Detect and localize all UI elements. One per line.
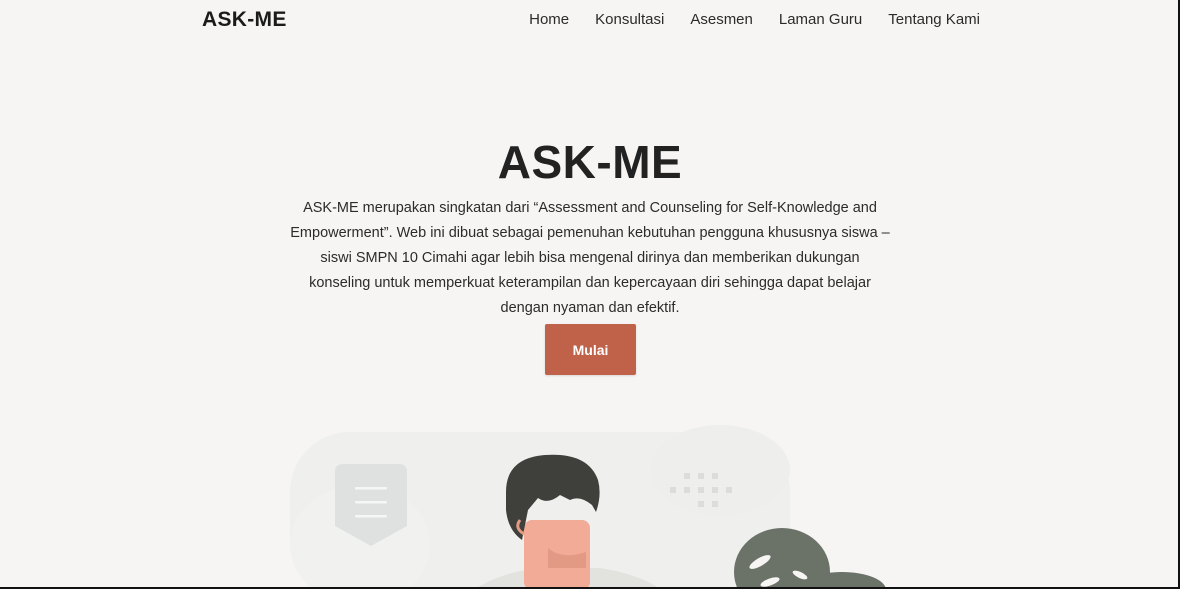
plant-leaf-icon (734, 528, 886, 587)
background-blob (290, 425, 790, 587)
nav-link-laman-guru[interactable]: Laman Guru (779, 11, 862, 28)
nav-link-asesmen[interactable]: Asesmen (690, 11, 753, 28)
hero-title: ASK-ME (497, 135, 683, 188)
document-badge-icon (335, 464, 407, 546)
start-button[interactable]: Mulai (545, 324, 636, 375)
page-frame: ASK-ME Home Konsultasi Asesmen Laman Gur… (0, 0, 1180, 589)
brand-logo[interactable]: ASK-ME (202, 8, 287, 32)
nav-link-home[interactable]: Home (529, 11, 569, 28)
person-figure (478, 454, 658, 587)
dot-grid-icon (670, 473, 732, 507)
nav-links: Home Konsultasi Asesmen Laman Guru Tenta… (529, 11, 980, 28)
hero-description: ASK-ME merupakan singkatan dari “Assessm… (290, 199, 890, 316)
navbar: ASK-ME Home Konsultasi Asesmen Laman Gur… (0, 0, 1178, 44)
nav-link-tentang-kami[interactable]: Tentang Kami (888, 11, 980, 28)
nav-link-konsultasi[interactable]: Konsultasi (595, 11, 664, 28)
